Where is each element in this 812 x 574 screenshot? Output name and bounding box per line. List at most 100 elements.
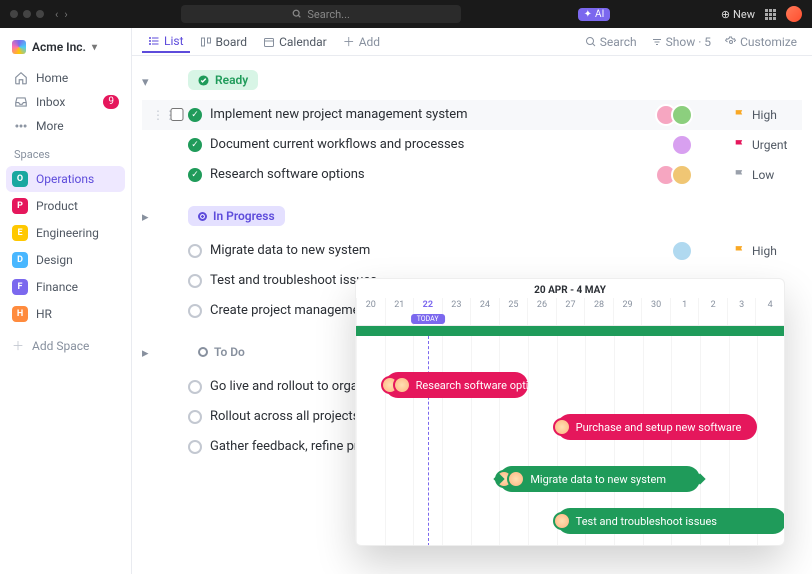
- space-avatar: P: [12, 198, 28, 214]
- group-in_progress[interactable]: In Progress: [188, 206, 285, 226]
- timeline-day[interactable]: 24: [470, 298, 499, 325]
- filter-icon: [651, 36, 663, 48]
- add-view-button[interactable]: ＋ Add: [337, 29, 386, 54]
- assignees[interactable]: [661, 104, 693, 126]
- space-design[interactable]: DDesign: [6, 247, 125, 273]
- nav-back-icon[interactable]: ‹: [55, 8, 58, 21]
- space-operations[interactable]: OOperations: [6, 166, 125, 192]
- task-checkbox[interactable]: [170, 108, 184, 121]
- status-icon[interactable]: [188, 304, 202, 318]
- space-label: Engineering: [36, 226, 99, 240]
- priority-flag-icon[interactable]: [733, 138, 746, 151]
- priority-flag-icon[interactable]: [733, 108, 746, 121]
- space-avatar: D: [12, 252, 28, 268]
- view-tab-calendar[interactable]: Calendar: [257, 31, 333, 53]
- view-tab-board[interactable]: Board: [194, 31, 254, 53]
- assignees[interactable]: [677, 240, 693, 262]
- workspace-switcher[interactable]: Acme Inc. ▾: [6, 36, 125, 58]
- timeline-panel[interactable]: 20 APR - 4 MAY 2021222324252627282930123…: [355, 278, 785, 546]
- timeline-bar[interactable]: Migrate data to new system: [499, 466, 700, 492]
- assignees[interactable]: [661, 164, 693, 186]
- task-row[interactable]: ⋮⋮✓Research software optionsLow: [142, 160, 802, 190]
- apps-grid-icon[interactable]: [765, 9, 776, 20]
- board-icon: [200, 36, 212, 48]
- collapse-icon[interactable]: ▸: [142, 210, 154, 225]
- timeline-day[interactable]: 1: [670, 298, 699, 325]
- timeline-day[interactable]: 23: [442, 298, 471, 325]
- timeline-bar[interactable]: Test and troubleshoot issues: [557, 508, 785, 534]
- timeline-day[interactable]: 27: [556, 298, 585, 325]
- status-icon[interactable]: [188, 244, 202, 258]
- status-icon[interactable]: ✓: [188, 108, 202, 122]
- priority-label: Urgent: [752, 138, 802, 152]
- timeline-bar-label: Research software options: [416, 379, 547, 392]
- sidebar: Acme Inc. ▾ Home Inbox 9 More Spaces OOp…: [0, 28, 132, 574]
- timeline-day[interactable]: 21: [385, 298, 414, 325]
- priority-label: Low: [752, 168, 802, 182]
- task-title[interactable]: Research software options: [210, 167, 661, 182]
- priority-flag-icon[interactable]: [733, 244, 746, 257]
- nav-home[interactable]: Home: [6, 66, 125, 90]
- collapse-icon[interactable]: ▾: [142, 75, 154, 90]
- status-icon[interactable]: [188, 380, 202, 394]
- add-space-button[interactable]: ＋ Add Space: [6, 331, 125, 360]
- timeline-day[interactable]: 29: [613, 298, 642, 325]
- space-hr[interactable]: HHR: [6, 301, 125, 327]
- customize-button[interactable]: Customize: [720, 35, 802, 49]
- task-title[interactable]: Document current workflows and processes: [210, 137, 677, 152]
- space-label: Operations: [36, 172, 94, 186]
- status-icon[interactable]: ✓: [188, 138, 202, 152]
- space-avatar: H: [12, 306, 28, 322]
- group-todo[interactable]: To Do: [188, 342, 255, 362]
- timeline-body[interactable]: Research software options Purchase and se…: [356, 336, 784, 546]
- timeline-bar[interactable]: Research software options: [385, 372, 528, 398]
- view-tab-list[interactable]: List: [142, 30, 190, 53]
- more-icon: [14, 119, 28, 133]
- toolbar-search-button[interactable]: Search: [580, 35, 642, 49]
- space-avatar: E: [12, 225, 28, 241]
- window-controls[interactable]: [10, 10, 44, 18]
- timeline-day[interactable]: 30: [641, 298, 670, 325]
- task-row[interactable]: ⋮⋮Migrate data to new systemHigh: [142, 236, 802, 266]
- show-filter-button[interactable]: Show · 5: [646, 35, 716, 49]
- nav-inbox[interactable]: Inbox 9: [6, 90, 125, 114]
- priority-flag-icon[interactable]: [733, 168, 746, 181]
- spaces-heading: Spaces: [6, 138, 125, 165]
- space-product[interactable]: P Product: [6, 193, 125, 219]
- view-toolbar: List Board Calendar ＋ Add Search Show · …: [132, 28, 812, 56]
- timeline-day[interactable]: 2: [698, 298, 727, 325]
- timeline-header: 20212223242526272829301234TODAY: [356, 298, 784, 326]
- group-ready[interactable]: Ready: [188, 70, 258, 90]
- ai-button[interactable]: ✦ AI: [578, 8, 611, 21]
- status-icon[interactable]: ✓: [188, 168, 202, 182]
- nav-more[interactable]: More: [6, 114, 125, 138]
- nav-forward-icon[interactable]: ›: [64, 8, 67, 21]
- drag-handle-icon[interactable]: ⋮⋮: [152, 108, 166, 122]
- status-icon[interactable]: [188, 274, 202, 288]
- space-avatar: F: [12, 279, 28, 295]
- timeline-summary-band: [356, 326, 784, 336]
- status-icon[interactable]: [188, 410, 202, 424]
- collapse-icon[interactable]: ▸: [142, 346, 154, 361]
- space-engineering[interactable]: E Engineering: [6, 220, 125, 246]
- task-row[interactable]: ⋮⋮✓Document current workflows and proces…: [142, 130, 802, 160]
- user-avatar[interactable]: [786, 6, 802, 22]
- new-button[interactable]: ⊕ New: [721, 8, 755, 21]
- space-label: Finance: [36, 280, 78, 294]
- timeline-day[interactable]: 26: [527, 298, 556, 325]
- timeline-day[interactable]: 4: [755, 298, 784, 325]
- task-row[interactable]: ⋮⋮ ✓ Implement new project management syst…: [142, 100, 802, 130]
- space-finance[interactable]: F Finance: [6, 274, 125, 300]
- task-title[interactable]: Implement new project management system: [210, 107, 661, 122]
- assignees[interactable]: [677, 134, 693, 156]
- timeline-day[interactable]: 28: [584, 298, 613, 325]
- timeline-day[interactable]: 3: [727, 298, 756, 325]
- space-label: Product: [36, 199, 78, 213]
- progress-icon: [198, 212, 207, 221]
- timeline-day[interactable]: 20: [356, 298, 385, 325]
- status-icon[interactable]: [188, 440, 202, 454]
- global-search-input[interactable]: Search...: [181, 5, 461, 23]
- timeline-day[interactable]: 25: [499, 298, 528, 325]
- task-title[interactable]: Migrate data to new system: [210, 243, 677, 258]
- timeline-bar[interactable]: Purchase and setup new software: [557, 414, 758, 440]
